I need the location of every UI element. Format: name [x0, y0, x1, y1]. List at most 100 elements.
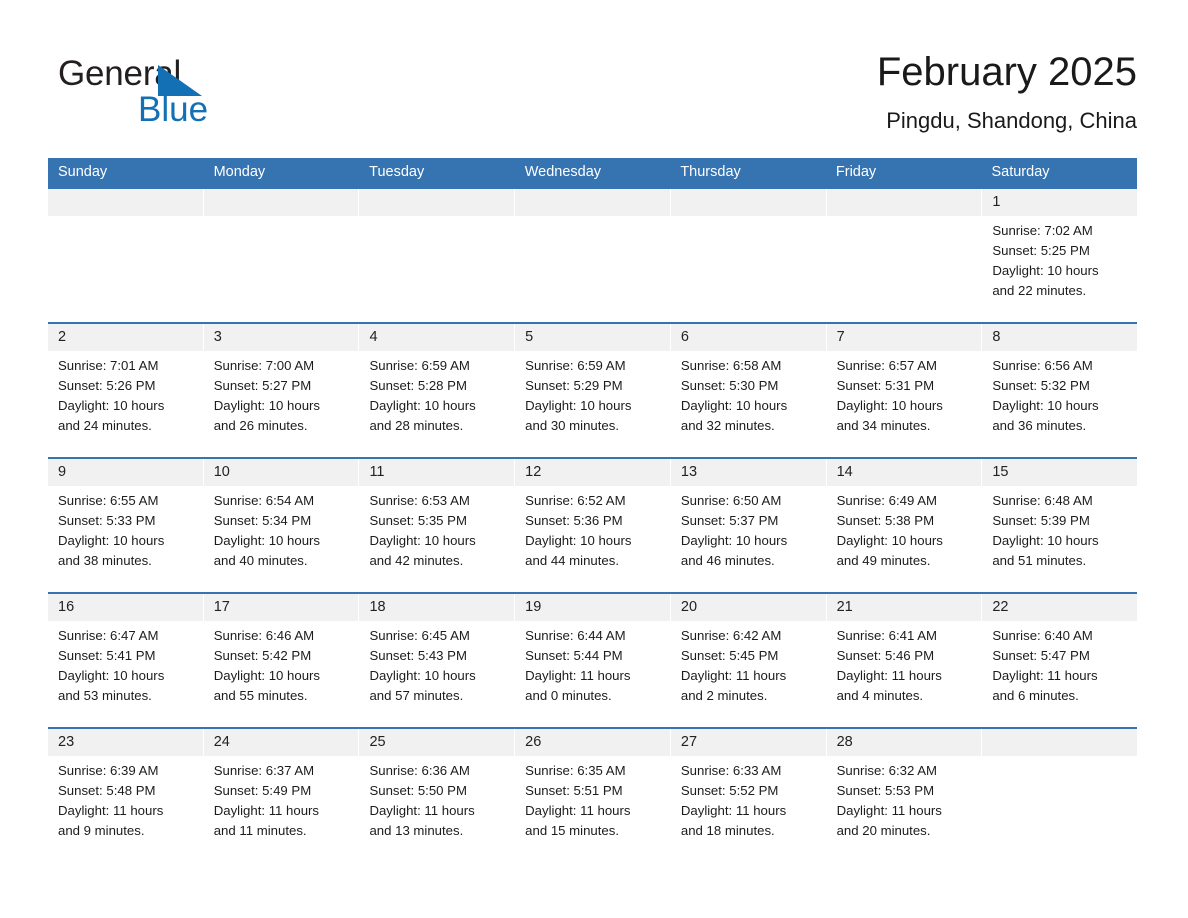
day-cell[interactable]: 20 Sunrise: 6:42 AM Sunset: 5:45 PM Dayl…: [670, 594, 827, 727]
day-cell[interactable]: 27 Sunrise: 6:33 AM Sunset: 5:52 PM Dayl…: [670, 729, 827, 862]
day-cell[interactable]: 14 Sunrise: 6:49 AM Sunset: 5:38 PM Dayl…: [826, 459, 983, 592]
daylight-text-line2: and 40 minutes.: [213, 553, 308, 568]
daylight-text-line1: Daylight: 11 hours: [525, 668, 631, 683]
day-cell[interactable]: 17 Sunrise: 6:46 AM Sunset: 5:42 PM Dayl…: [203, 594, 360, 727]
sunrise-text: Sunrise: 6:48 AM: [992, 493, 1093, 508]
day-number-band: 14: [826, 459, 982, 486]
day-details: Sunrise: 6:59 AM Sunset: 5:29 PM Dayligh…: [515, 351, 670, 436]
daylight-text-line2: and 44 minutes.: [525, 553, 619, 568]
sunrise-text: Sunrise: 6:49 AM: [836, 493, 938, 508]
daylight-text-line1: Daylight: 11 hours: [992, 668, 1098, 683]
day-cell[interactable]: 5 Sunrise: 6:59 AM Sunset: 5:29 PM Dayli…: [515, 324, 671, 457]
day-cell[interactable]: 10 Sunrise: 6:54 AM Sunset: 5:34 PM Dayl…: [203, 459, 360, 592]
daylight-text-line2: and 4 minutes.: [836, 688, 924, 703]
daylight-text-line1: Daylight: 11 hours: [836, 803, 942, 818]
day-details: Sunrise: 6:33 AM Sunset: 5:52 PM Dayligh…: [671, 756, 826, 841]
day-number: 4: [369, 329, 378, 345]
day-cell[interactable]: 18 Sunrise: 6:45 AM Sunset: 5:43 PM Dayl…: [359, 594, 516, 727]
day-number-band: 28: [826, 729, 982, 756]
day-details: Sunrise: 6:44 AM Sunset: 5:44 PM Dayligh…: [515, 621, 670, 706]
day-cell[interactable]: 7 Sunrise: 6:57 AM Sunset: 5:31 PM Dayli…: [826, 324, 983, 457]
day-number-band: 25: [359, 729, 515, 756]
day-cell[interactable]: [515, 189, 671, 322]
day-cell[interactable]: 12 Sunrise: 6:52 AM Sunset: 5:36 PM Dayl…: [515, 459, 671, 592]
day-number-band: 17: [203, 594, 359, 621]
day-cell[interactable]: 9 Sunrise: 6:55 AM Sunset: 5:33 PM Dayli…: [48, 459, 204, 592]
sunset-text: Sunset: 5:45 PM: [680, 648, 779, 663]
sunrise-text: Sunrise: 6:56 AM: [992, 358, 1093, 373]
day-details: Sunrise: 7:01 AM Sunset: 5:26 PM Dayligh…: [48, 351, 203, 436]
day-cell[interactable]: 25 Sunrise: 6:36 AM Sunset: 5:50 PM Dayl…: [359, 729, 516, 862]
day-number: 27: [680, 734, 698, 750]
day-cell[interactable]: 21 Sunrise: 6:41 AM Sunset: 5:46 PM Dayl…: [826, 594, 983, 727]
day-number: 3: [213, 329, 222, 345]
day-cell[interactable]: 4 Sunrise: 6:59 AM Sunset: 5:28 PM Dayli…: [359, 324, 516, 457]
day-cell[interactable]: 16 Sunrise: 6:47 AM Sunset: 5:41 PM Dayl…: [48, 594, 204, 727]
daylight-text-line1: Daylight: 10 hours: [836, 533, 943, 548]
general-blue-logo[interactable]: General Blue: [58, 54, 318, 138]
day-cell[interactable]: 6 Sunrise: 6:58 AM Sunset: 5:30 PM Dayli…: [670, 324, 827, 457]
daylight-text-line2: and 20 minutes.: [836, 823, 931, 838]
day-cell[interactable]: [982, 729, 1138, 862]
sunset-text: Sunset: 5:44 PM: [525, 648, 623, 663]
day-details: Sunrise: 6:56 AM Sunset: 5:32 PM Dayligh…: [982, 351, 1137, 436]
sunrise-text: Sunrise: 7:02 AM: [992, 223, 1093, 238]
day-number: [359, 194, 369, 210]
daylight-text-line1: Daylight: 11 hours: [525, 803, 631, 818]
day-cell[interactable]: 24 Sunrise: 6:37 AM Sunset: 5:49 PM Dayl…: [203, 729, 360, 862]
day-number-band: 22: [982, 594, 1138, 621]
day-cell[interactable]: 8 Sunrise: 6:56 AM Sunset: 5:32 PM Dayli…: [982, 324, 1138, 457]
daylight-text-line1: Daylight: 10 hours: [369, 398, 476, 413]
sunrise-text: Sunrise: 6:36 AM: [369, 763, 470, 778]
day-details: Sunrise: 6:52 AM Sunset: 5:36 PM Dayligh…: [515, 486, 670, 571]
day-cell[interactable]: [203, 189, 360, 322]
day-cell[interactable]: 1 Sunrise: 7:02 AM Sunset: 5:25 PM Dayli…: [982, 189, 1138, 322]
daylight-text-line2: and 38 minutes.: [58, 553, 152, 568]
day-cell[interactable]: 19 Sunrise: 6:44 AM Sunset: 5:44 PM Dayl…: [515, 594, 671, 727]
page-header: General Blue February 2025 Pingdu, Shand…: [48, 46, 1137, 152]
day-cell[interactable]: 26 Sunrise: 6:35 AM Sunset: 5:51 PM Dayl…: [515, 729, 671, 862]
day-cell[interactable]: 22 Sunrise: 6:40 AM Sunset: 5:47 PM Dayl…: [982, 594, 1138, 727]
day-cell[interactable]: [359, 189, 516, 322]
day-details: Sunrise: 6:42 AM Sunset: 5:45 PM Dayligh…: [671, 621, 826, 706]
day-cell[interactable]: [826, 189, 983, 322]
sunset-text: Sunset: 5:25 PM: [992, 243, 1090, 258]
day-number-band: [826, 189, 982, 216]
day-number: [48, 194, 58, 210]
day-cell[interactable]: [48, 189, 204, 322]
sunset-text: Sunset: 5:41 PM: [58, 648, 156, 663]
day-cell[interactable]: 13 Sunrise: 6:50 AM Sunset: 5:37 PM Dayl…: [670, 459, 827, 592]
calendar-week-row: 2 Sunrise: 7:01 AM Sunset: 5:26 PM Dayli…: [48, 322, 1138, 457]
day-cell[interactable]: 28 Sunrise: 6:32 AM Sunset: 5:53 PM Dayl…: [826, 729, 983, 862]
sunrise-text: Sunrise: 6:37 AM: [213, 763, 315, 778]
daylight-text-line1: Daylight: 10 hours: [525, 398, 632, 413]
day-cell[interactable]: 23 Sunrise: 6:39 AM Sunset: 5:48 PM Dayl…: [48, 729, 204, 862]
calendar-week-row: 1 Sunrise: 7:02 AM Sunset: 5:25 PM Dayli…: [48, 187, 1138, 322]
daylight-text-line2: and 51 minutes.: [992, 553, 1087, 568]
sunrise-text: Sunrise: 6:59 AM: [369, 358, 470, 373]
day-details: [827, 216, 982, 221]
sunset-text: Sunset: 5:31 PM: [836, 378, 935, 393]
page-title: February 2025: [876, 50, 1137, 94]
daylight-text-line1: Daylight: 10 hours: [525, 533, 632, 548]
day-cell[interactable]: [670, 189, 827, 322]
sunrise-text: Sunrise: 6:39 AM: [58, 763, 159, 778]
day-number: 13: [680, 464, 698, 480]
day-cell[interactable]: 2 Sunrise: 7:01 AM Sunset: 5:26 PM Dayli…: [48, 324, 204, 457]
day-cell[interactable]: 11 Sunrise: 6:53 AM Sunset: 5:35 PM Dayl…: [359, 459, 516, 592]
day-cell[interactable]: 15 Sunrise: 6:48 AM Sunset: 5:39 PM Dayl…: [982, 459, 1138, 592]
sunrise-text: Sunrise: 6:59 AM: [525, 358, 626, 373]
daylight-text-line2: and 26 minutes.: [213, 418, 308, 433]
day-number: 7: [836, 329, 845, 345]
day-details: Sunrise: 6:39 AM Sunset: 5:48 PM Dayligh…: [48, 756, 203, 841]
day-details: Sunrise: 6:59 AM Sunset: 5:28 PM Dayligh…: [359, 351, 514, 436]
day-number: 1: [992, 194, 1001, 210]
sunrise-text: Sunrise: 6:52 AM: [525, 493, 626, 508]
sunset-text: Sunset: 5:39 PM: [992, 513, 1090, 528]
day-cell[interactable]: 3 Sunrise: 7:00 AM Sunset: 5:27 PM Dayli…: [203, 324, 360, 457]
sunset-text: Sunset: 5:50 PM: [369, 783, 467, 798]
sunrise-text: Sunrise: 6:50 AM: [680, 493, 782, 508]
day-number-band: [670, 189, 826, 216]
sunset-text: Sunset: 5:42 PM: [213, 648, 312, 663]
daylight-text-line2: and 11 minutes.: [213, 823, 307, 838]
